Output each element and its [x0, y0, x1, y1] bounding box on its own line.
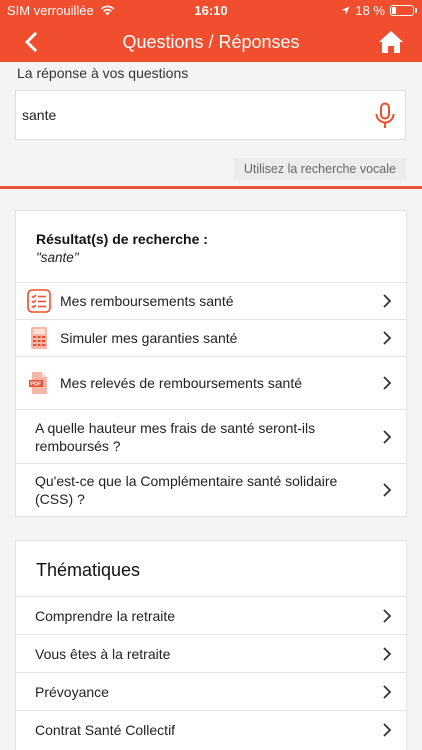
- status-bar: SIM verrouillée 16:10 18 %: [0, 0, 422, 22]
- battery-icon: [390, 5, 417, 16]
- search-input[interactable]: sante: [15, 90, 406, 140]
- chevron-right-icon: [383, 429, 392, 444]
- theme-item-label: Vous êtes à la retraite: [35, 645, 171, 662]
- chevron-right-icon: [383, 483, 392, 497]
- theme-item-label: Prévoyance: [35, 683, 109, 700]
- section-divider: [0, 186, 422, 189]
- microphone-icon[interactable]: [374, 102, 396, 130]
- result-item-label: Simuler mes garanties santé: [60, 330, 238, 346]
- status-right: 18 %: [341, 3, 417, 18]
- search-label: La réponse à vos questions: [17, 65, 189, 81]
- checklist-icon: [27, 289, 51, 313]
- chevron-right-icon: [383, 608, 392, 623]
- theme-item-prevoyance[interactable]: Prévoyance: [16, 673, 406, 711]
- result-item-simuler[interactable]: Simuler mes garanties santé: [16, 320, 406, 357]
- pdf-icon: PDF: [29, 372, 47, 394]
- chevron-right-icon: [383, 723, 392, 737]
- location-icon: [341, 6, 350, 15]
- chevron-right-icon: [383, 294, 392, 308]
- home-icon[interactable]: [378, 29, 404, 55]
- results-query: "sante": [36, 250, 79, 265]
- voice-search-hint: Utilisez la recherche vocale: [233, 158, 406, 180]
- result-item-label: Qu'est-ce que la Complémentaire santé so…: [35, 473, 338, 507]
- battery-fill: [392, 7, 396, 14]
- result-item-faq-css[interactable]: Qu'est-ce que la Complémentaire santé so…: [16, 464, 406, 516]
- calculator-icon: [31, 327, 47, 349]
- results-heading: Résultat(s) de recherche :: [36, 231, 208, 247]
- app-bar: SIM verrouillée 16:10 18 % Questions / R…: [0, 0, 422, 62]
- result-item-label: Mes relevés de remboursements santé: [60, 375, 302, 391]
- svg-text:PDF: PDF: [30, 382, 42, 388]
- themes-heading: Thématiques: [16, 541, 406, 597]
- search-results-card: Résultat(s) de recherche : "sante" Mes r…: [15, 210, 407, 517]
- result-item-label: A quelle hauteur mes frais de santé sero…: [35, 419, 316, 454]
- nav-bar: Questions / Réponses: [0, 22, 422, 62]
- theme-item-label: Comprendre la retraite: [35, 607, 176, 624]
- battery-percent: 18 %: [355, 3, 385, 18]
- results-header: Résultat(s) de recherche : "sante": [16, 211, 406, 283]
- result-item-label: Mes remboursements santé: [60, 293, 234, 309]
- themes-card: Thématiques Comprendre la retraite Vous …: [15, 540, 407, 750]
- result-item-releves[interactable]: PDF Mes relevés de remboursements santé: [16, 357, 406, 410]
- search-section: La réponse à vos questions sante Utilise…: [0, 62, 422, 186]
- chevron-right-icon: [383, 331, 392, 345]
- theme-item-label: Contrat Santé Collectif: [35, 722, 176, 738]
- theme-item-retraite[interactable]: Vous êtes à la retraite: [16, 635, 406, 673]
- result-item-remboursements[interactable]: Mes remboursements santé: [16, 283, 406, 320]
- theme-item-contrat[interactable]: Contrat Santé Collectif: [16, 711, 406, 749]
- search-value: sante: [22, 107, 57, 123]
- theme-item-comprendre[interactable]: Comprendre la retraite: [16, 597, 406, 635]
- page-title: Questions / Réponses: [122, 32, 300, 52]
- chevron-right-icon: [383, 646, 392, 661]
- result-item-faq-frais[interactable]: A quelle hauteur mes frais de santé sero…: [16, 410, 406, 464]
- chevron-right-icon: [383, 684, 392, 699]
- chevron-right-icon: [383, 376, 392, 390]
